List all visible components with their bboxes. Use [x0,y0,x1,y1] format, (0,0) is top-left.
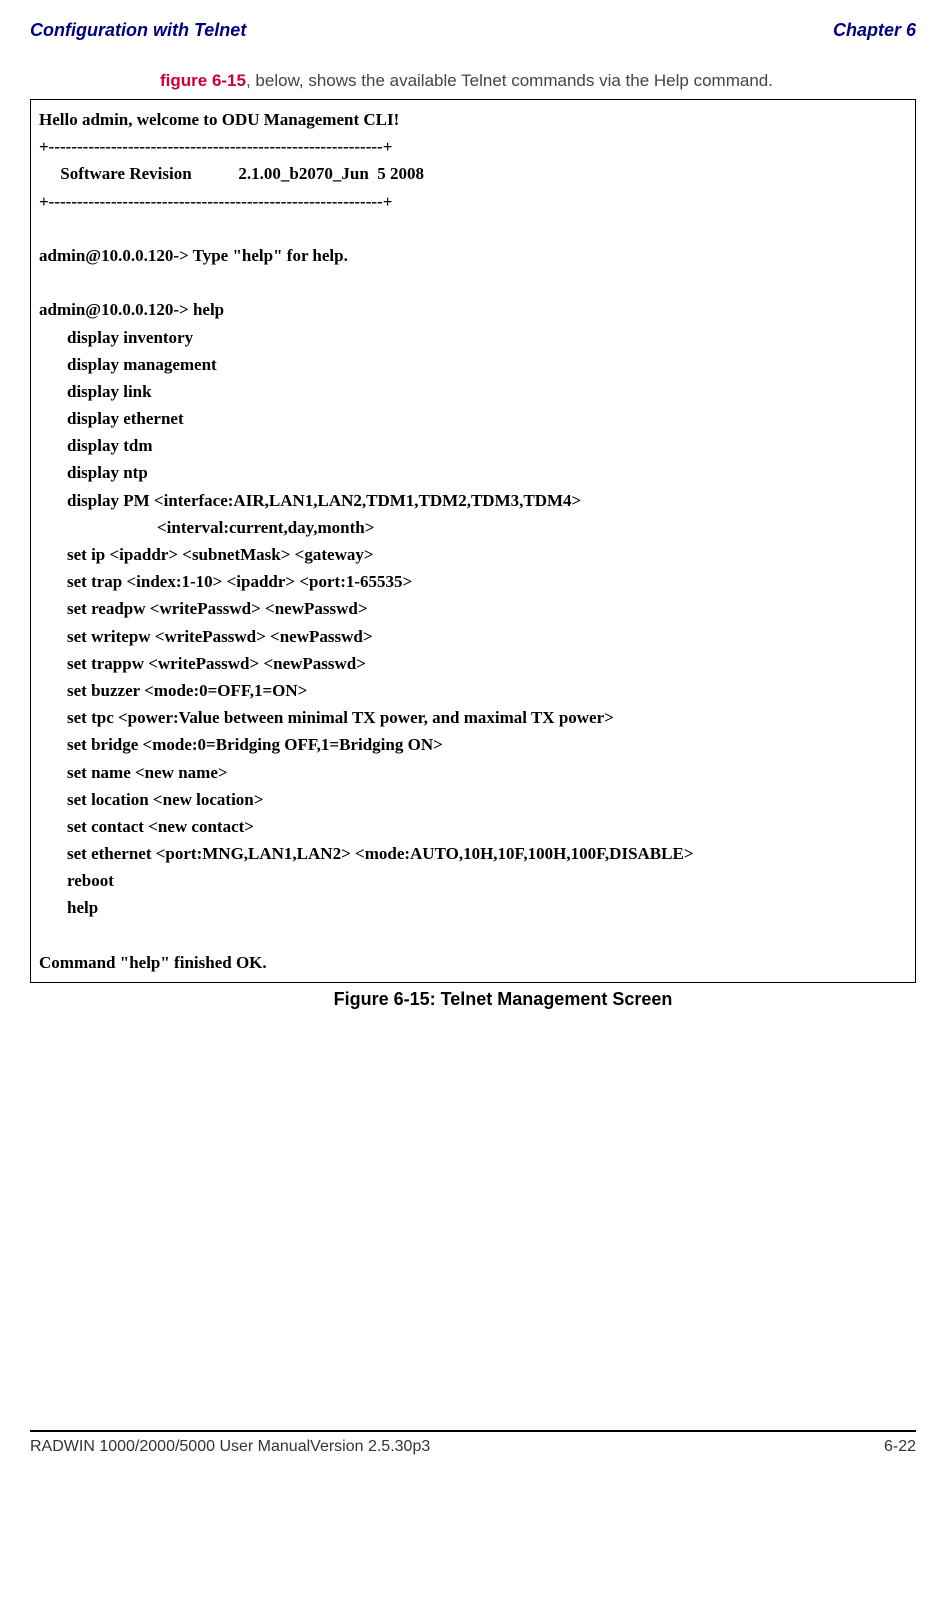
cli-cmd: set tpc <power:Value between minimal TX … [39,704,907,731]
cli-cmd: display management [39,351,907,378]
header-right: Chapter 6 [833,20,916,41]
cli-cmd: display link [39,378,907,405]
cli-helpcmd: admin@10.0.0.120-> help [39,296,907,323]
footer-left: RADWIN 1000/2000/5000 User ManualVersion… [30,1438,430,1456]
header-left: Configuration with Telnet [30,20,246,41]
cli-cmd: display inventory [39,324,907,351]
cli-rule2: +---------------------------------------… [39,188,907,215]
cli-swrev: Software Revision 2.1.00_b2070_Jun 5 200… [39,160,907,187]
cli-cmd: set buzzer <mode:0=OFF,1=ON> [39,677,907,704]
intro-text: figure 6-15, below, shows the available … [160,71,916,91]
cli-finished: Command "help" finished OK. [39,949,907,976]
cli-cmd: set trappw <writePasswd> <newPasswd> [39,650,907,677]
cli-typehelp: admin@10.0.0.120-> Type "help" for help. [39,242,907,269]
cli-interval: <interval:current,day,month> [39,514,907,541]
cli-cmd: help [39,894,907,921]
cli-cmd: set writepw <writePasswd> <newPasswd> [39,623,907,650]
cli-cmd: set readpw <writePasswd> <newPasswd> [39,595,907,622]
cli-blank [39,215,907,242]
cli-welcome: Hello admin, welcome to ODU Management C… [39,106,907,133]
cli-cmd: reboot [39,867,907,894]
footer-right: 6-22 [884,1438,916,1456]
cli-cmd: display tdm [39,432,907,459]
page-footer: RADWIN 1000/2000/5000 User ManualVersion… [30,1430,916,1456]
cli-rule: +---------------------------------------… [39,133,907,160]
cli-cmd: display PM <interface:AIR,LAN1,LAN2,TDM1… [39,487,907,514]
cli-cmd: set ip <ipaddr> <subnetMask> <gateway> [39,541,907,568]
cli-cmd: set ethernet <port:MNG,LAN1,LAN2> <mode:… [39,840,907,867]
cli-cmd: set trap <index:1-10> <ipaddr> <port:1-6… [39,568,907,595]
intro-rest: , below, shows the available Telnet comm… [246,71,773,90]
cli-blank2 [39,269,907,296]
cli-cmd: set contact <new contact> [39,813,907,840]
cli-output-box: Hello admin, welcome to ODU Management C… [30,99,916,983]
cli-cmd: display ethernet [39,405,907,432]
cli-blank3 [39,922,907,949]
cli-cmd: set location <new location> [39,786,907,813]
figure-caption: Figure 6-15: Telnet Management Screen [90,989,916,1010]
page-header: Configuration with Telnet Chapter 6 [30,20,916,41]
cli-cmd: set bridge <mode:0=Bridging OFF,1=Bridgi… [39,731,907,758]
cli-cmd: set name <new name> [39,759,907,786]
figure-reference: figure 6-15 [160,71,246,90]
cli-cmd: display ntp [39,459,907,486]
